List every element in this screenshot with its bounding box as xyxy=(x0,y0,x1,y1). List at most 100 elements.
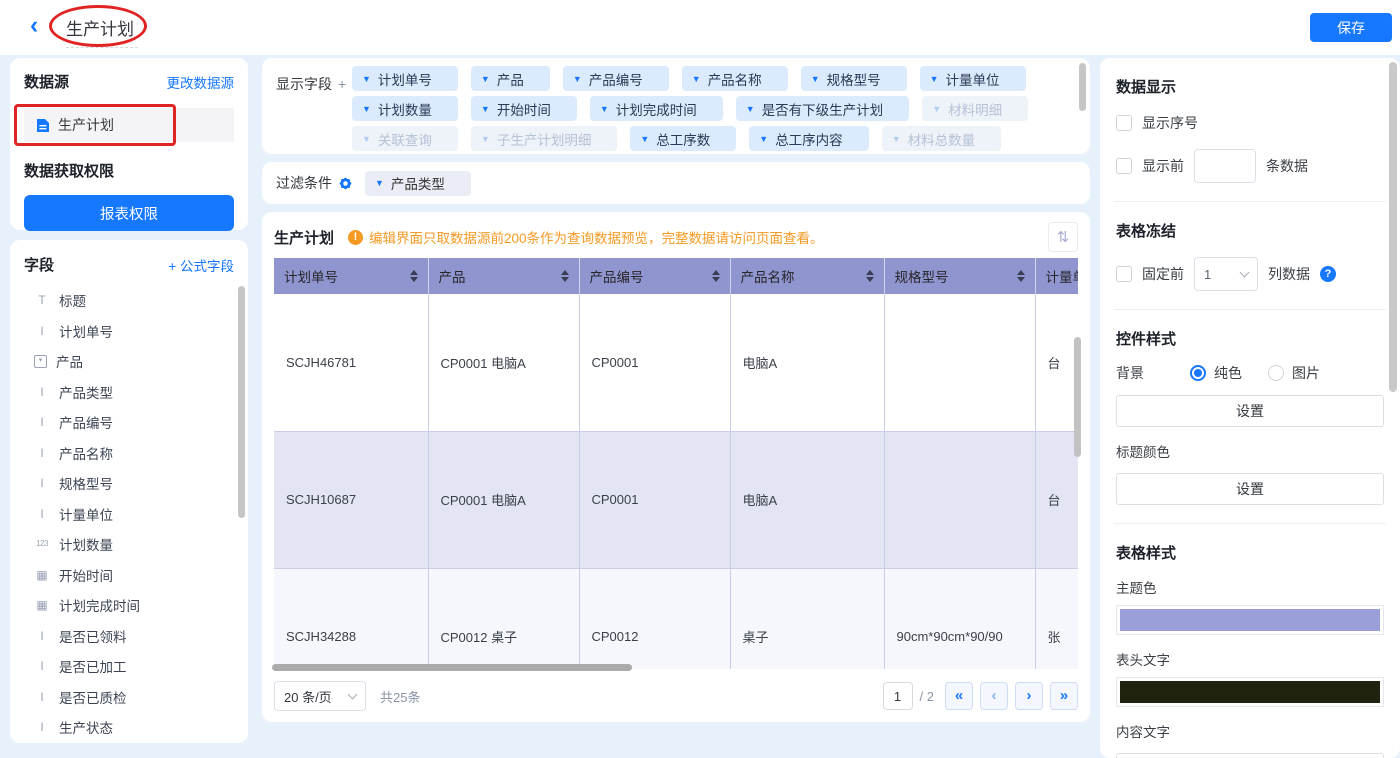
field-chip[interactable]: ▼是否有下级生产计划 xyxy=(736,96,909,121)
field-item-label: 计划单号 xyxy=(59,321,113,341)
sort-icon[interactable] xyxy=(1017,270,1025,282)
field-chip[interactable]: ▼产品名称 xyxy=(682,66,788,91)
field-item-label: 计划数量 xyxy=(59,534,113,554)
chevron-down-icon: ▼ xyxy=(573,74,582,84)
change-datasource-link[interactable]: 更改数据源 xyxy=(167,72,235,92)
field-item[interactable]: I是否已领料 xyxy=(24,621,234,652)
image-radio[interactable] xyxy=(1268,365,1284,381)
field-chip[interactable]: ▼关联查询 xyxy=(352,126,458,151)
chip-label: 材料明细 xyxy=(948,99,1002,119)
sort-icon[interactable] xyxy=(410,270,418,282)
chip-label: 产品名称 xyxy=(708,69,762,89)
table-cell xyxy=(884,294,1035,431)
field-item[interactable]: ▦计划完成时间 xyxy=(24,590,234,621)
field-chip[interactable]: ▼材料总数量 xyxy=(882,126,1001,151)
field-list: T标题I计划单号▾产品I产品类型I产品编号I产品名称I规格型号I计量单位123计… xyxy=(24,285,234,743)
add-display-field-button[interactable]: + xyxy=(338,76,346,92)
field-item[interactable]: I是否已加工 xyxy=(24,651,234,682)
column-header[interactable]: 产品 xyxy=(428,258,579,294)
report-permission-button[interactable]: 报表权限 xyxy=(24,195,234,231)
datasource-item[interactable]: 生产计划 xyxy=(24,108,234,142)
field-item[interactable]: ▾产品 xyxy=(24,346,234,377)
field-item[interactable]: I是否已质检 xyxy=(24,682,234,713)
next-page-button[interactable]: › xyxy=(1015,682,1043,710)
table-cell: SCJH10687 xyxy=(274,431,428,568)
last-page-button[interactable]: » xyxy=(1050,682,1078,710)
add-formula-field-link[interactable]: + 公式字段 xyxy=(168,255,234,275)
freeze-checkbox[interactable] xyxy=(1116,266,1132,282)
content-text-set-button[interactable]: 设置 xyxy=(1116,753,1384,758)
divider xyxy=(1114,309,1386,310)
title-color-label: 标题颜色 xyxy=(1116,441,1384,461)
field-item-label: 是否已质检 xyxy=(59,687,127,707)
datasource-title: 数据源 xyxy=(24,71,69,92)
field-item[interactable]: I生产状态 xyxy=(24,712,234,743)
theme-color-swatch[interactable] xyxy=(1116,605,1384,635)
field-chip[interactable]: ▼计划单号 xyxy=(352,66,458,91)
field-item[interactable]: I计量单位 xyxy=(24,499,234,530)
chip-label: 总工序内容 xyxy=(775,129,843,149)
panel-scrollbar[interactable] xyxy=(1389,62,1397,392)
column-header[interactable]: 产品编号 xyxy=(579,258,730,294)
field-chip[interactable]: ▼计划完成时间 xyxy=(590,96,723,121)
field-chip[interactable]: ▼产品 xyxy=(471,66,550,91)
title-color-set-button[interactable]: 设置 xyxy=(1116,473,1384,505)
table-cell: 桌子 xyxy=(730,568,884,669)
field-chip[interactable]: ▼产品编号 xyxy=(563,66,669,91)
field-item[interactable]: I产品类型 xyxy=(24,377,234,408)
sort-icon[interactable] xyxy=(561,270,569,282)
freeze-count-select[interactable]: 1 xyxy=(1194,257,1258,291)
field-item[interactable]: 123计划数量 xyxy=(24,529,234,560)
field-chip[interactable]: ▼材料明细 xyxy=(922,96,1028,121)
field-chip[interactable]: ▼总工序内容 xyxy=(749,126,868,151)
column-header[interactable]: 计划单号 xyxy=(274,258,428,294)
help-icon[interactable]: ? xyxy=(1320,266,1336,282)
sort-icon[interactable] xyxy=(866,270,874,282)
sort-icon[interactable] xyxy=(712,270,720,282)
chevron-down-icon: ▼ xyxy=(481,74,490,84)
save-button[interactable]: 保存 xyxy=(1310,13,1392,42)
field-chip[interactable]: ▼规格型号 xyxy=(801,66,907,91)
field-chip[interactable]: ▼计量单位 xyxy=(920,66,1026,91)
fields-scrollbar[interactable] xyxy=(238,286,245,518)
field-item[interactable]: I规格型号 xyxy=(24,468,234,499)
column-header[interactable]: 计量单位 xyxy=(1035,258,1078,294)
sort-order-button[interactable]: ⇅ xyxy=(1048,222,1078,252)
field-item[interactable]: ▦ 开始时间 xyxy=(24,560,234,591)
datasource-item-label: 生产计划 xyxy=(58,115,114,135)
background-set-button[interactable]: 设置 xyxy=(1116,395,1384,427)
field-item[interactable]: I产品编号 xyxy=(24,407,234,438)
field-item-label: 开始时间 xyxy=(59,565,113,585)
chip-row: ▼计划数量▼开始时间▼计划完成时间▼是否有下级生产计划▼材料明细 xyxy=(352,96,1076,121)
field-chip[interactable]: ▼产品类型 xyxy=(365,171,471,196)
date-field-icon: ▦ xyxy=(34,568,50,582)
field-item[interactable]: T标题 xyxy=(24,285,234,316)
page-size-select[interactable]: 20 条/页 xyxy=(274,681,366,711)
solid-color-radio[interactable] xyxy=(1190,365,1206,381)
field-chip[interactable]: ▼子生产计划明细 xyxy=(471,126,617,151)
field-item[interactable]: I计划单号 xyxy=(24,316,234,347)
column-header[interactable]: 规格型号 xyxy=(884,258,1035,294)
field-chip[interactable]: ▼计划数量 xyxy=(352,96,458,121)
table-row: SCJH46781CP0001 电脑ACP0001电脑A台 xyxy=(274,294,1078,431)
column-header[interactable]: 产品名称 xyxy=(730,258,884,294)
field-chip[interactable]: ▼开始时间 xyxy=(471,96,577,121)
chips-scrollbar[interactable] xyxy=(1079,63,1086,111)
gear-icon[interactable] xyxy=(338,176,353,191)
table-vertical-scrollbar[interactable] xyxy=(1074,337,1081,457)
back-icon[interactable]: ‹ xyxy=(30,10,38,40)
field-chip[interactable]: ▼总工序数 xyxy=(630,126,736,151)
field-item[interactable]: I产品名称 xyxy=(24,438,234,469)
chip-label: 总工序数 xyxy=(656,129,710,149)
chevron-down-icon: ▼ xyxy=(746,104,755,114)
header-text-swatch[interactable] xyxy=(1116,677,1384,707)
show-first-checkbox[interactable] xyxy=(1116,158,1132,174)
first-page-button[interactable]: « xyxy=(945,682,973,710)
current-page-input[interactable]: 1 xyxy=(883,682,913,710)
page-title[interactable]: 生产计划 xyxy=(66,15,138,48)
show-index-checkbox[interactable] xyxy=(1116,115,1132,131)
prev-page-button[interactable]: ‹ xyxy=(980,682,1008,710)
image-label: 图片 xyxy=(1292,363,1320,383)
show-first-count-input[interactable] xyxy=(1194,149,1256,183)
table-horizontal-scrollbar[interactable] xyxy=(272,664,632,671)
